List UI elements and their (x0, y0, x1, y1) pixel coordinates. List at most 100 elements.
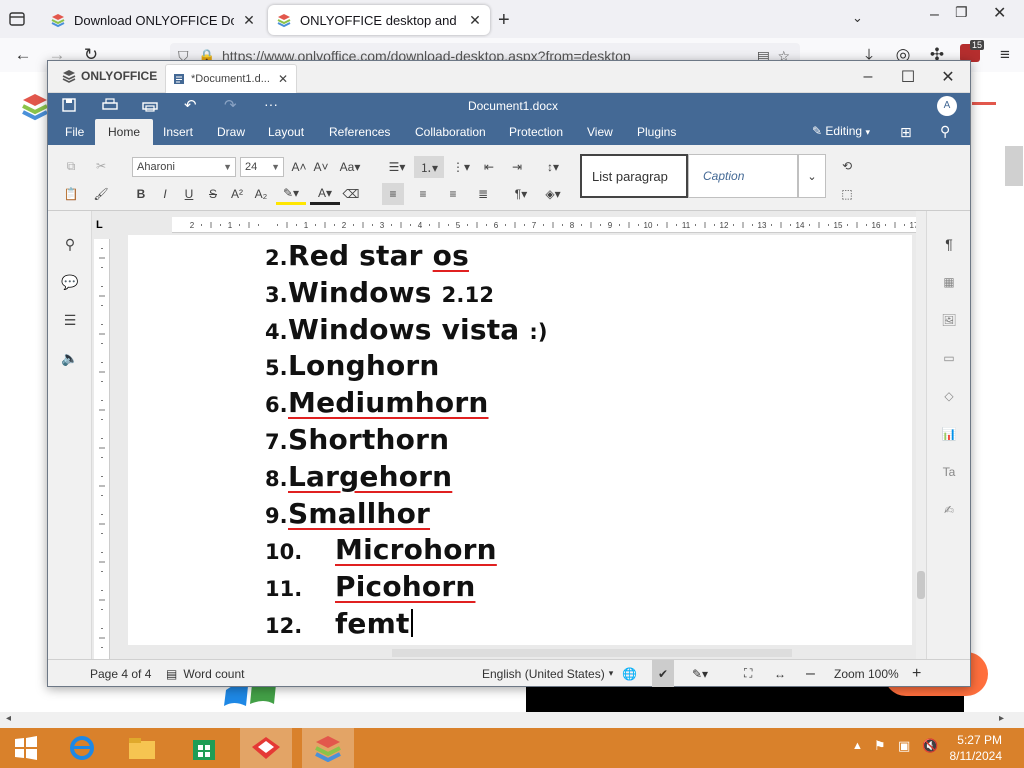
zoom-out-button[interactable]: – (806, 660, 815, 687)
browser-tab-download[interactable]: Download ONLYOFFICE Docs | ✕ (42, 5, 264, 35)
tab-file[interactable]: File (58, 119, 91, 145)
store-icon[interactable] (178, 728, 230, 768)
list-item-text[interactable]: Picohorn (335, 570, 475, 603)
search-icon[interactable]: ⚲ (940, 123, 950, 140)
undo-icon[interactable]: ↶ (184, 96, 197, 114)
styles-expand-icon[interactable]: ⌄ (798, 154, 826, 198)
save-icon[interactable] (62, 98, 76, 112)
comments-icon[interactable]: 💬 (59, 271, 81, 293)
text-art-icon[interactable]: Ta (938, 461, 960, 483)
spellcheck-icon[interactable]: ✔ (652, 660, 674, 687)
open-file-location-icon[interactable]: ⊞ (900, 124, 912, 141)
redo-icon[interactable]: ↷ (224, 96, 237, 114)
close-document-tab-icon[interactable]: ✕ (278, 72, 296, 86)
tab-draw[interactable]: Draw (210, 119, 252, 145)
tab-plugins[interactable]: Plugins (630, 119, 683, 145)
start-button[interactable] (0, 728, 52, 768)
minimize-window-button[interactable]: – (848, 65, 888, 89)
font-size-select[interactable]: 24 ▼ (240, 157, 284, 177)
print-icon[interactable] (102, 98, 118, 112)
list-item-text[interactable]: Longhorn (288, 349, 440, 382)
network-icon[interactable]: ▣ (898, 738, 910, 754)
font-name-select[interactable]: Aharoni ▼ (132, 157, 236, 177)
search-icon[interactable]: ⚲ (59, 233, 81, 255)
list-item-text[interactable]: Shorthorn (288, 423, 449, 456)
select-all-icon[interactable]: ⬚ (836, 183, 858, 205)
more-icon[interactable]: ··· (264, 96, 278, 112)
close-window-button[interactable]: ✕ (928, 65, 968, 89)
copy-style-icon[interactable]: 🖌 (90, 183, 112, 205)
vertical-ruler[interactable] (94, 239, 110, 659)
close-tab-icon[interactable]: ✕ (242, 12, 256, 29)
back-icon[interactable]: ← (12, 44, 34, 66)
close-browser-button[interactable]: ✕ (993, 3, 1006, 23)
list-item-text[interactable]: Red star os (288, 239, 469, 272)
scroll-left-icon[interactable]: ◂ (6, 713, 11, 724)
align-left-icon[interactable]: ≡ (382, 183, 404, 205)
browser-tab-onlyoffice[interactable]: ONLYOFFICE desktop and mob ✕ (268, 5, 490, 35)
onlyoffice-taskbar-icon[interactable] (302, 728, 354, 768)
horizontal-ruler[interactable]: 2 1 1 2 3 4 5 6 7 8 9 10 11 12 13 14 15 16 17 (172, 217, 918, 233)
paragraph-settings-icon[interactable]: ¶ (938, 233, 960, 255)
list-item-text[interactable]: Largehorn (288, 460, 452, 493)
header-footer-icon[interactable]: ▭ (938, 347, 960, 369)
tab-references[interactable]: References (322, 119, 397, 145)
close-tab-icon[interactable]: ✕ (468, 12, 482, 29)
decrease-indent-icon[interactable]: ⇤ (478, 156, 500, 178)
horizontal-scrollbar[interactable] (392, 649, 792, 657)
vertical-scrollbar[interactable] (916, 211, 926, 659)
paste-icon[interactable]: 📋 (60, 183, 82, 205)
font-color-icon[interactable]: A▾ (310, 183, 340, 205)
doc-language-icon[interactable]: 🌐 (622, 660, 637, 687)
signature-icon[interactable]: ✍ (938, 499, 960, 521)
italic-icon[interactable]: I (154, 183, 176, 205)
file-explorer-icon[interactable] (116, 728, 168, 768)
tab-insert[interactable]: Insert (156, 119, 200, 145)
underline-icon[interactable]: U (178, 183, 200, 205)
tab-home[interactable]: Home (95, 119, 153, 145)
bullets-icon[interactable]: ☰▾ (382, 156, 412, 178)
volume-icon[interactable]: 🔇 (922, 738, 938, 754)
language-select[interactable]: English (United States) ▾ (482, 660, 613, 687)
superscript-icon[interactable]: A² (226, 183, 248, 205)
paragraph-marks-icon[interactable]: ¶▾ (506, 183, 536, 205)
list-item-text[interactable]: Microhorn (335, 533, 497, 566)
page-scrollbar-thumb[interactable] (1005, 146, 1023, 186)
style-caption[interactable]: Caption (688, 154, 798, 198)
bold-icon[interactable]: B (130, 183, 152, 205)
scroll-right-icon[interactable]: ▸ (999, 713, 1004, 724)
scrollbar-thumb[interactable] (917, 571, 925, 599)
justify-icon[interactable]: ≣ (472, 183, 494, 205)
strikethrough-icon[interactable]: S (202, 183, 224, 205)
track-changes-icon[interactable]: ✎▾ (692, 660, 708, 687)
word-count-button[interactable]: ▤ Word count (166, 660, 245, 687)
minimize-browser-button[interactable]: – (930, 6, 939, 24)
tab-list-icon[interactable] (8, 10, 26, 28)
chart-settings-icon[interactable]: 📊 (938, 423, 960, 445)
quick-print-icon[interactable] (142, 98, 158, 112)
fit-width-icon[interactable]: ↔ (774, 660, 786, 687)
change-case-icon[interactable]: Aa▾ (336, 156, 364, 178)
increase-font-icon[interactable]: A˄ (288, 156, 310, 178)
increase-indent-icon[interactable]: ⇥ (506, 156, 528, 178)
list-item-text[interactable]: Mediumhorn (288, 386, 489, 419)
flag-icon[interactable]: ⚑ (874, 738, 886, 754)
fit-page-icon[interactable]: ⛶ (744, 660, 752, 687)
speech-icon[interactable]: 🔈 (59, 347, 81, 369)
document-tab[interactable]: *Document1.d... ✕ (165, 64, 297, 93)
clear-style-icon[interactable]: ⌫ (340, 183, 362, 205)
zoom-level[interactable]: Zoom 100% (834, 660, 899, 687)
list-all-tabs-icon[interactable]: ⌄ (852, 10, 863, 26)
restore-browser-button[interactable]: ❐ (955, 4, 968, 21)
copy-icon[interactable]: ⧉ (60, 155, 82, 177)
page-indicator[interactable]: Page 4 of 4 (90, 660, 151, 687)
clock[interactable]: 5:27 PM 8/11/2024 (950, 732, 1003, 764)
list-item-text[interactable]: Windows vista :) (288, 313, 548, 346)
replace-icon[interactable]: ⟲ (836, 155, 858, 177)
maximize-window-button[interactable]: ☐ (888, 65, 928, 89)
table-settings-icon[interactable]: ▦ (938, 271, 960, 293)
numbering-icon[interactable]: ⒈▾ (414, 156, 444, 178)
menu-icon[interactable]: ≡ (994, 44, 1016, 66)
image-settings-icon[interactable]: 🖼 (938, 309, 960, 331)
tab-protection[interactable]: Protection (502, 119, 570, 145)
